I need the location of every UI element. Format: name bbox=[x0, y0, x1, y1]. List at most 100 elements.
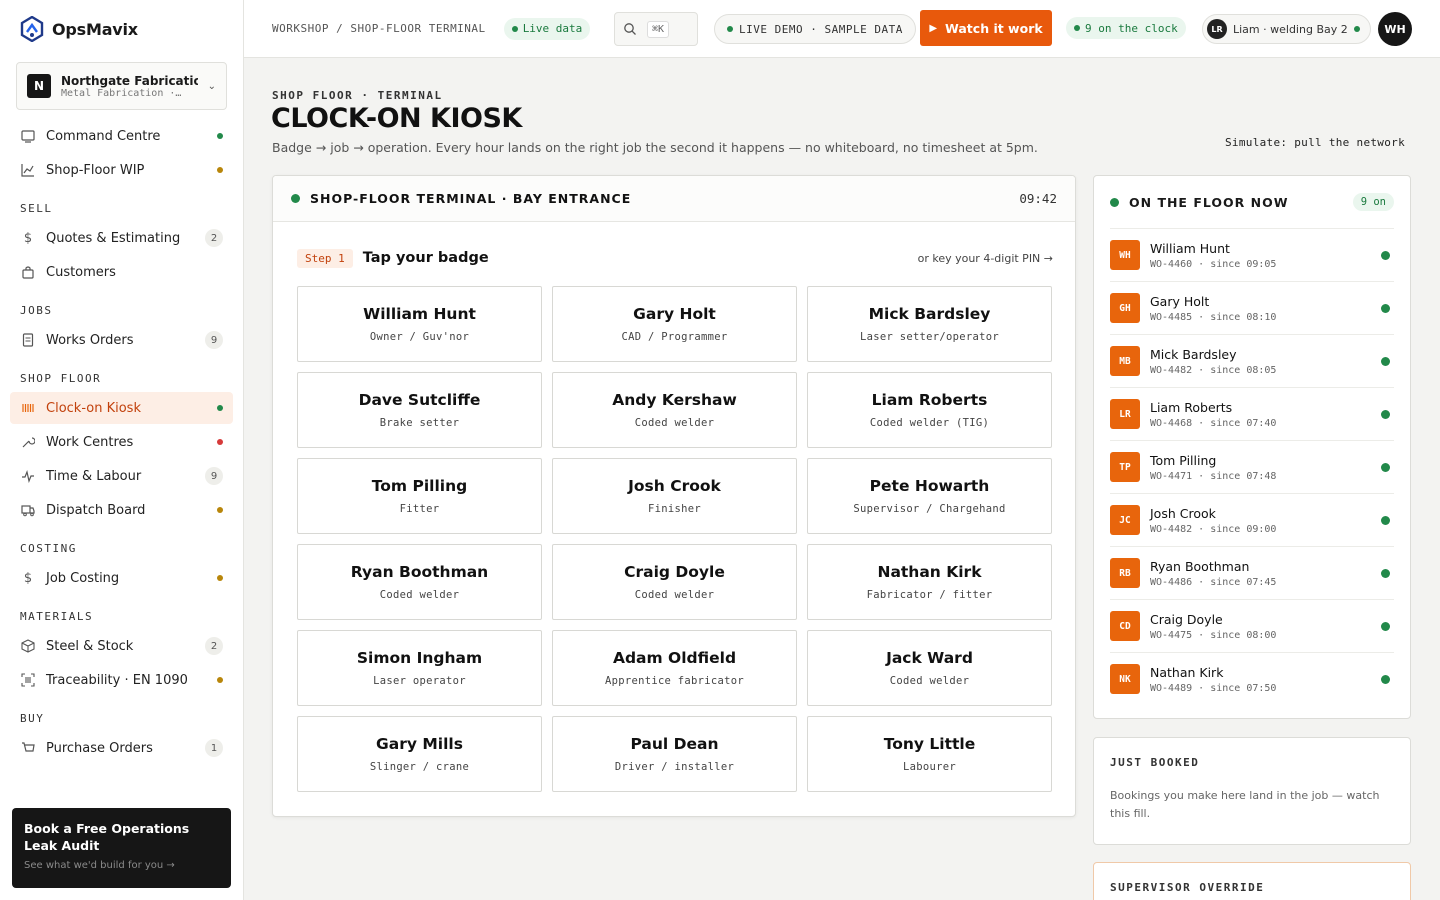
user-avatar[interactable]: WH bbox=[1378, 12, 1412, 46]
search-button[interactable]: ⌘K bbox=[614, 12, 698, 46]
demo-dot-icon bbox=[727, 26, 733, 32]
badge-card[interactable]: Simon Ingham Laser operator bbox=[297, 630, 542, 706]
badge-card[interactable]: William Hunt Owner / Guv'nor bbox=[297, 286, 542, 362]
audit-promo[interactable]: Book a Free Operations Leak Audit See wh… bbox=[12, 808, 231, 888]
badge-name: Mick Bardsley bbox=[868, 305, 991, 323]
badge-card[interactable]: Liam Roberts Coded welder (TIG) bbox=[807, 372, 1052, 448]
count-badge: 2 bbox=[205, 229, 223, 247]
badge-name: Andy Kershaw bbox=[612, 391, 737, 409]
operator-job-meta: WO-4460 · since 09:05 bbox=[1150, 258, 1277, 270]
badge-card[interactable]: Tom Pilling Fitter bbox=[297, 458, 542, 534]
sidebar-item-label: Quotes & Estimating bbox=[46, 230, 181, 246]
list-item[interactable]: TP Tom Pilling WO-4471 · since 07:48 bbox=[1110, 440, 1394, 493]
just-booked-title: JUST BOOKED bbox=[1110, 756, 1200, 769]
status-dot bbox=[217, 167, 223, 173]
operator-name: Craig Doyle bbox=[1150, 611, 1223, 627]
list-item[interactable]: RB Ryan Boothman WO-4486 · since 07:45 bbox=[1110, 546, 1394, 599]
sidebar-item-purchase-orders[interactable]: Purchase Orders 1 bbox=[10, 732, 233, 764]
badge-role: Brake setter bbox=[379, 417, 460, 429]
badge-card[interactable]: Nathan Kirk Fabricator / fitter bbox=[807, 544, 1052, 620]
sidebar-item-steel-stock[interactable]: Steel & Stock 2 bbox=[10, 630, 233, 662]
just-booked-text: Bookings you make here land in the job —… bbox=[1110, 789, 1380, 820]
brand-name: OpsMavix bbox=[52, 19, 138, 39]
sidebar-item-customers[interactable]: Customers bbox=[10, 256, 233, 288]
badge-role: Coded welder (TIG) bbox=[869, 417, 990, 429]
org-subtitle: Metal Fabrication ·… bbox=[61, 87, 182, 99]
sidebar-item-command-centre[interactable]: Command Centre bbox=[10, 120, 233, 152]
badge-card[interactable]: Ryan Boothman Coded welder bbox=[297, 544, 542, 620]
badge-card[interactable]: Dave Sutcliffe Brake setter bbox=[297, 372, 542, 448]
operator-name: Tom Pilling bbox=[1150, 452, 1217, 468]
watch-label: Watch it work bbox=[945, 20, 1043, 36]
list-item[interactable]: GH Gary Holt WO-4485 · since 08:10 bbox=[1110, 281, 1394, 334]
badge-card[interactable]: Mick Bardsley Laser setter/operator bbox=[807, 286, 1052, 362]
step-title: Tap your badge bbox=[362, 250, 489, 266]
operator-status-dot bbox=[1353, 26, 1360, 32]
sidebar-item-time-labour[interactable]: Time & Labour 9 bbox=[10, 460, 233, 492]
on-clock-status-dot bbox=[1381, 621, 1390, 631]
count-badge: 9 bbox=[205, 467, 223, 485]
on-clock-status-dot bbox=[1381, 674, 1390, 684]
list-item[interactable]: MB Mick Bardsley WO-4482 · since 08:05 bbox=[1110, 334, 1394, 387]
badge-card[interactable]: Gary Holt CAD / Programmer bbox=[552, 286, 797, 362]
truck-icon bbox=[20, 502, 36, 518]
list-item[interactable]: NK Nathan Kirk WO-4489 · since 07:50 bbox=[1110, 652, 1394, 705]
badge-role: Coded welder bbox=[379, 589, 460, 601]
sidebar-item-label: Job Costing bbox=[46, 570, 120, 586]
operator-initials-avatar: MB bbox=[1110, 346, 1140, 376]
promo-link[interactable]: See what we'd build for you → bbox=[24, 860, 219, 871]
list-item[interactable]: WH William Hunt WO-4460 · since 09:05 bbox=[1110, 228, 1394, 281]
sidebar-item-label: Shop-Floor WIP bbox=[46, 162, 145, 178]
badge-role: Coded welder bbox=[634, 589, 715, 601]
badge-name: Jack Ward bbox=[886, 649, 973, 667]
badge-card[interactable]: Paul Dean Driver / installer bbox=[552, 716, 797, 792]
sidebar-item-work-centres[interactable]: Work Centres bbox=[10, 426, 233, 458]
badge-card[interactable]: Craig Doyle Coded welder bbox=[552, 544, 797, 620]
sidebar-item-job-costing[interactable]: $ Job Costing bbox=[10, 562, 233, 594]
badge-card[interactable]: Josh Crook Finisher bbox=[552, 458, 797, 534]
badge-card[interactable]: Tony Little Labourer bbox=[807, 716, 1052, 792]
sidebar-item-label: Dispatch Board bbox=[46, 502, 146, 518]
operator-name: Mick Bardsley bbox=[1150, 346, 1237, 362]
sidebar-item-works-orders[interactable]: Works Orders 9 bbox=[10, 324, 233, 356]
count-badge: 1 bbox=[205, 739, 223, 757]
operator-job-meta: WO-4485 · since 08:10 bbox=[1150, 311, 1277, 323]
badge-name: Ryan Boothman bbox=[350, 563, 489, 581]
current-operator-pill[interactable]: LR Liam · welding Bay 2 bbox=[1202, 14, 1371, 44]
badge-card[interactable]: Pete Howarth Supervisor / Chargehand bbox=[807, 458, 1052, 534]
operator-name: William Hunt bbox=[1150, 240, 1230, 256]
badge-card[interactable]: Gary Mills Slinger / crane bbox=[297, 716, 542, 792]
badge-name: Craig Doyle bbox=[624, 563, 725, 581]
sidebar-item-clock-on-kiosk[interactable]: Clock-on Kiosk bbox=[10, 392, 233, 424]
pin-entry-link[interactable]: or key your 4-digit PIN → bbox=[918, 252, 1053, 265]
sidebar-item-shop-floor-wip[interactable]: Shop-Floor WIP bbox=[10, 154, 233, 186]
watch-it-work-button[interactable]: ▶ Watch it work bbox=[920, 10, 1052, 46]
sidebar-item-quotes[interactable]: $ Quotes & Estimating 2 bbox=[10, 222, 233, 254]
document-icon bbox=[20, 332, 36, 348]
supervisor-override-panel[interactable]: SUPERVISOR OVERRIDE bbox=[1093, 862, 1411, 900]
sidebar-item-dispatch-board[interactable]: Dispatch Board bbox=[10, 494, 233, 526]
pulse-icon bbox=[20, 468, 36, 484]
live-data-badge: Live data bbox=[503, 17, 591, 40]
badge-name: Paul Dean bbox=[630, 735, 719, 753]
opsmavix-logo-icon bbox=[20, 16, 44, 42]
status-dot bbox=[217, 405, 223, 411]
list-item[interactable]: CD Craig Doyle WO-4475 · since 08:00 bbox=[1110, 599, 1394, 652]
brand[interactable]: OpsMavix bbox=[0, 0, 243, 58]
list-item[interactable]: JC Josh Crook WO-4482 · since 09:00 bbox=[1110, 493, 1394, 546]
floor-count-badge: 9 on bbox=[1352, 193, 1394, 211]
on-clock-status-dot bbox=[1381, 409, 1390, 419]
badge-card[interactable]: Jack Ward Coded welder bbox=[807, 630, 1052, 706]
terminal-header: SHOP-FLOOR TERMINAL · BAY ENTRANCE 09:42 bbox=[273, 176, 1075, 222]
list-item[interactable]: LR Liam Roberts WO-4468 · since 07:40 bbox=[1110, 387, 1394, 440]
badge-card[interactable]: Andy Kershaw Coded welder bbox=[552, 372, 797, 448]
on-clock-status-dot bbox=[1381, 303, 1390, 313]
page-kicker: SHOP FLOOR · TERMINAL bbox=[272, 89, 443, 102]
cube-icon bbox=[20, 638, 36, 654]
scan-icon bbox=[20, 672, 36, 688]
org-switcher[interactable]: N Northgate Fabrication Metal Fabricatio… bbox=[16, 62, 227, 110]
simulate-network-button[interactable]: Simulate: pull the network bbox=[1225, 136, 1405, 149]
sidebar-item-traceability[interactable]: Traceability · EN 1090 bbox=[10, 664, 233, 696]
sidebar-item-label: Works Orders bbox=[46, 332, 134, 348]
badge-card[interactable]: Adam Oldfield Apprentice fabricator bbox=[552, 630, 797, 706]
